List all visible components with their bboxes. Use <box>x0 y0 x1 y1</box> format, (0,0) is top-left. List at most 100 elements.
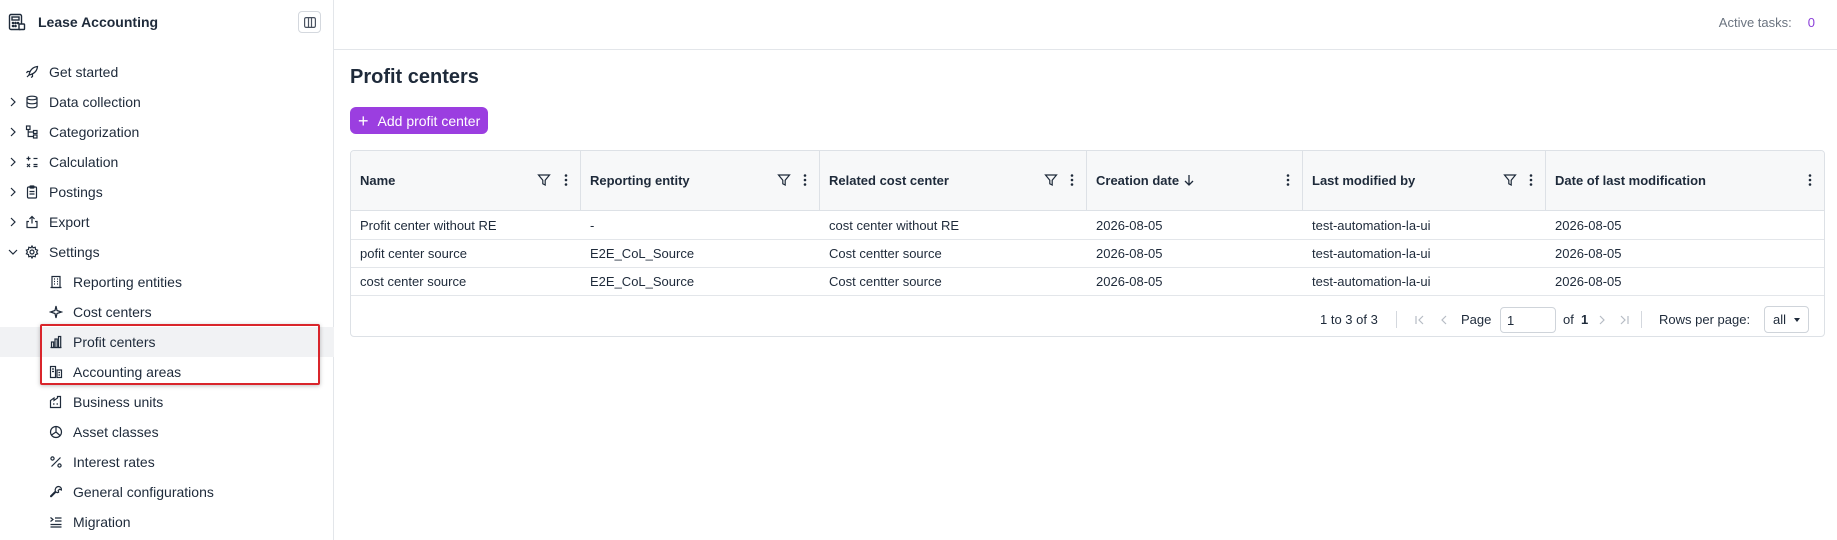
chevron-down-icon <box>6 245 20 259</box>
sidebar-item-profit-centers[interactable]: Profit centers <box>0 327 334 357</box>
cell-related-cost-center: Cost centter source <box>829 274 942 289</box>
wrench-icon <box>48 484 64 500</box>
cell-creation-date: 2026-08-05 <box>1096 246 1163 261</box>
rows-per-page-value: all <box>1773 312 1787 327</box>
sidebar-item-get-started[interactable]: Get started <box>0 57 334 87</box>
column-menu-icon[interactable] <box>1528 173 1534 187</box>
rows-per-page-select[interactable]: all <box>1764 306 1809 333</box>
gear-icon <box>24 244 40 260</box>
cell-date-of-last-modification: 2026-08-05 <box>1555 274 1622 289</box>
column-header-label: Last modified by <box>1312 173 1416 188</box>
sidebar-item-label: Migration <box>73 514 131 530</box>
sidebar-item-label: Accounting areas <box>73 364 182 380</box>
table-row[interactable]: pofit center source E2E_CoL_Source Cost … <box>351 240 1824 268</box>
table-header: Name Reporting entity Related cost cente… <box>351 151 1824 211</box>
column-menu-icon[interactable] <box>1069 173 1075 187</box>
cell-creation-date: 2026-08-05 <box>1096 218 1163 233</box>
column-header-label: Related cost center <box>829 173 949 188</box>
column-menu-icon[interactable] <box>563 173 569 187</box>
previous-page-icon[interactable] <box>1437 313 1451 327</box>
page-title: Profit centers <box>350 66 479 88</box>
page-number-input[interactable] <box>1500 307 1556 333</box>
building-icon <box>48 274 64 290</box>
sidebar-item-label: Asset classes <box>73 424 159 440</box>
sidebar-item-asset-classes[interactable]: Asset classes <box>0 417 334 447</box>
sidebar-collapse-button[interactable] <box>298 11 321 33</box>
cell-related-cost-center: Cost centter source <box>829 246 942 261</box>
cell-name: Profit center without RE <box>360 218 497 233</box>
column-header-date-of-last-modification[interactable]: Date of last modification <box>1546 151 1824 211</box>
column-menu-icon[interactable] <box>802 173 808 187</box>
hierarchy-icon <box>24 124 40 140</box>
filter-icon[interactable] <box>1044 173 1058 187</box>
factory-icon <box>48 394 64 410</box>
active-tasks-count: 0 <box>1807 15 1815 30</box>
sidebar-item-label: Cost centers <box>73 304 152 320</box>
sparkle-icon <box>48 304 64 320</box>
column-header-last-modified-by[interactable]: Last modified by <box>1303 151 1546 211</box>
chevron-right-icon <box>6 125 20 139</box>
app-title: Lease Accounting <box>38 14 159 30</box>
sidebar-item-general-configurations[interactable]: General configurations <box>0 477 334 507</box>
column-header-name[interactable]: Name <box>351 151 581 211</box>
rows-per-page-label: Rows per page: <box>1659 312 1751 327</box>
column-header-creation-date[interactable]: Creation date <box>1087 151 1303 211</box>
cell-creation-date: 2026-08-05 <box>1096 274 1163 289</box>
clipboard-icon <box>24 184 40 200</box>
last-page-icon[interactable] <box>1617 313 1631 327</box>
profit-centers-table: Name Reporting entity Related cost cente… <box>350 150 1825 337</box>
column-header-reporting-entity[interactable]: Reporting entity <box>581 151 820 211</box>
filter-icon[interactable] <box>1503 173 1517 187</box>
sidebar-item-accounting-areas[interactable]: Accounting areas <box>0 357 334 387</box>
column-header-label: Reporting entity <box>590 173 690 188</box>
rocket-icon <box>24 64 40 80</box>
next-page-icon[interactable] <box>1595 313 1609 327</box>
filter-icon[interactable] <box>537 173 551 187</box>
database-icon <box>24 94 40 110</box>
chevron-right-icon <box>6 155 20 169</box>
add-profit-center-button[interactable]: + Add profit center <box>350 107 489 134</box>
sidebar-item-data-collection[interactable]: Data collection <box>0 87 334 117</box>
first-page-icon[interactable] <box>1413 313 1427 327</box>
sort-descending-icon[interactable] <box>1182 173 1196 187</box>
export-icon <box>24 214 40 230</box>
pie-icon <box>48 424 64 440</box>
sidebar-item-categorization[interactable]: Categorization <box>0 117 334 147</box>
active-tasks-indicator[interactable]: Active tasks: 0 <box>1719 15 1815 30</box>
pagination-range: 1 to 3 of 3 <box>1320 312 1378 327</box>
bar-chart-icon <box>48 334 64 350</box>
pagination-divider <box>1641 311 1642 328</box>
table-row[interactable]: Profit center without RE - cost center w… <box>351 212 1824 240</box>
sidebar-item-label: Categorization <box>49 124 140 140</box>
sidebar-item-label: Reporting entities <box>73 274 182 290</box>
sidebar-item-label: Get started <box>49 64 119 80</box>
cell-related-cost-center: cost center without RE <box>829 218 960 233</box>
sidebar-header: Lease Accounting <box>0 0 333 44</box>
sidebar-item-label: Postings <box>49 184 103 200</box>
filter-icon[interactable] <box>777 173 791 187</box>
cell-name: cost center source <box>360 274 467 289</box>
chevron-right-icon <box>6 215 20 229</box>
sidebar: Lease Accounting Get started Data collec… <box>0 0 334 540</box>
active-tasks-label: Active tasks: <box>1718 15 1792 30</box>
sidebar-item-label: Data collection <box>49 94 141 110</box>
sidebar-item-business-units[interactable]: Business units <box>0 387 334 417</box>
column-header-related-cost-center[interactable]: Related cost center <box>820 151 1087 211</box>
column-menu-icon[interactable] <box>1285 173 1291 187</box>
table-row[interactable]: cost center source E2E_CoL_Source Cost c… <box>351 268 1824 296</box>
column-menu-icon[interactable] <box>1807 173 1813 187</box>
sidebar-item-reporting-entities[interactable]: Reporting entities <box>0 267 334 297</box>
sidebar-item-postings[interactable]: Postings <box>0 177 334 207</box>
sidebar-item-label: Profit centers <box>73 334 156 350</box>
sidebar-item-calculation[interactable]: Calculation <box>0 147 334 177</box>
sidebar-item-export[interactable]: Export <box>0 207 334 237</box>
pagination-bar: 1 to 3 of 3 Page of 1 Rows per page: all <box>351 301 1824 336</box>
top-bar: Active tasks: 0 <box>334 0 1837 50</box>
sidebar-item-cost-centers[interactable]: Cost centers <box>0 297 334 327</box>
of-label: of <box>1563 312 1574 327</box>
sidebar-item-label: General configurations <box>73 484 214 500</box>
sidebar-item-label: Business units <box>73 394 164 410</box>
sidebar-item-settings[interactable]: Settings <box>0 237 334 267</box>
sidebar-item-migration[interactable]: Migration <box>0 507 334 537</box>
sidebar-item-interest-rates[interactable]: Interest rates <box>0 447 334 477</box>
